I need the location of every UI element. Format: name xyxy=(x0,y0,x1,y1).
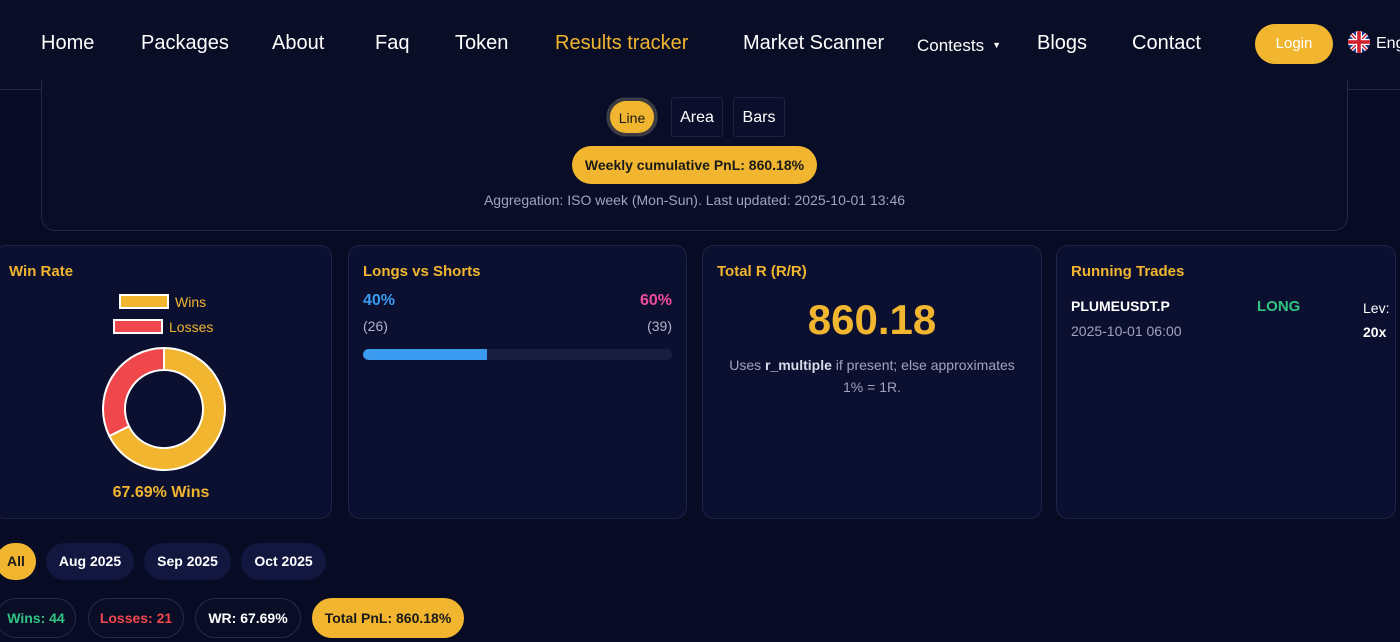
aggregation-note: Aggregation: ISO week (Mon-Sun). Last up… xyxy=(483,192,906,208)
chevron-down-icon: ▼ xyxy=(992,40,1002,50)
short-count: (39) xyxy=(647,318,672,334)
legend-losses-label: Losses xyxy=(169,319,214,335)
win-rate-stat: WR: 67.69% xyxy=(195,598,301,638)
r-multiple-term: r_multiple xyxy=(765,357,832,373)
filter-all[interactable]: All xyxy=(0,543,36,580)
win-rate-card: Win Rate Wins Losses 67.69% Wins xyxy=(0,245,332,519)
filter-aug-2025[interactable]: Aug 2025 xyxy=(46,543,134,580)
filter-sep-2025[interactable]: Sep 2025 xyxy=(144,543,231,580)
nav-contact[interactable]: Contact xyxy=(1132,30,1201,56)
chart-type-line-toggle[interactable]: Line xyxy=(606,97,658,137)
trade-symbol: PLUMEUSDT.P xyxy=(1071,298,1170,314)
legend-losses-swatch xyxy=(113,319,163,334)
longs-shorts-card: Longs vs Shorts 40% 60% (26) (39) xyxy=(348,245,687,519)
total-r-title: Total R (R/R) xyxy=(717,263,807,280)
nav-blogs[interactable]: Blogs xyxy=(1037,30,1087,56)
nav-about[interactable]: About xyxy=(272,30,324,56)
nav-results-tracker[interactable]: Results tracker xyxy=(555,30,688,56)
total-r-value: 860.18 xyxy=(807,296,937,343)
running-trades-card: Running Trades PLUMEUSDT.P 2025-10-01 06… xyxy=(1056,245,1396,519)
win-rate-title: Win Rate xyxy=(9,263,74,280)
chart-type-bars-toggle[interactable]: Bars xyxy=(733,97,785,137)
short-percent: 60% xyxy=(639,292,672,309)
win-rate-caption: 67.69% Wins xyxy=(112,484,210,501)
legend-wins[interactable]: Wins xyxy=(119,294,206,310)
donut-slice-losses[interactable] xyxy=(102,347,165,438)
total-pnl-stat: Total PnL: 860.18% xyxy=(312,598,464,638)
trade-leverage-value: 20x xyxy=(1363,324,1387,340)
long-short-bar xyxy=(363,349,672,360)
nav-contests-label: Contests xyxy=(917,36,985,55)
language-label: Eng xyxy=(1376,35,1400,52)
losses-stat: Losses: 21 xyxy=(88,598,184,638)
total-r-note: Uses r_multiple if present; else approxi… xyxy=(721,354,1023,398)
nav-market-scanner[interactable]: Market Scanner xyxy=(743,30,884,56)
legend-losses[interactable]: Losses xyxy=(113,319,213,335)
nav-token[interactable]: Token xyxy=(455,30,508,56)
nav-home[interactable]: Home xyxy=(41,30,94,56)
nav-contests-dropdown[interactable]: Contests ▼ xyxy=(917,32,1001,59)
trade-side-badge: LONG xyxy=(1257,298,1301,315)
total-r-note-suffix: if present; else approximates 1% = 1R. xyxy=(831,357,1015,395)
top-navigation: Home Packages About Faq Token Results tr… xyxy=(0,0,1400,90)
nav-faq[interactable]: Faq xyxy=(375,30,409,56)
uk-flag-icon xyxy=(1348,31,1370,53)
language-selector[interactable]: Eng xyxy=(1348,31,1400,53)
total-r-card: Total R (R/R) 860.18 Uses r_multiple if … xyxy=(702,245,1042,519)
legend-wins-swatch xyxy=(119,294,169,309)
win-rate-donut xyxy=(102,347,226,471)
long-share-fill xyxy=(363,349,487,360)
wins-stat: Wins: 44 xyxy=(0,598,76,638)
trade-leverage-label: Lev: xyxy=(1363,300,1390,316)
total-r-note-prefix: Uses xyxy=(729,357,765,373)
filter-oct-2025[interactable]: Oct 2025 xyxy=(241,543,326,580)
legend-wins-label: Wins xyxy=(175,294,207,310)
long-percent: 40% xyxy=(363,292,396,309)
weekly-pnl-badge: Weekly cumulative PnL: 860.18% xyxy=(572,146,817,184)
long-count: (26) xyxy=(363,318,388,334)
chart-type-area-toggle[interactable]: Area xyxy=(671,97,723,137)
trade-date: 2025-10-01 06:00 xyxy=(1071,323,1182,339)
login-button[interactable]: Login xyxy=(1255,24,1333,64)
longs-shorts-title: Longs vs Shorts xyxy=(363,263,481,280)
running-trades-title: Running Trades xyxy=(1071,263,1185,280)
nav-packages[interactable]: Packages xyxy=(141,30,229,56)
